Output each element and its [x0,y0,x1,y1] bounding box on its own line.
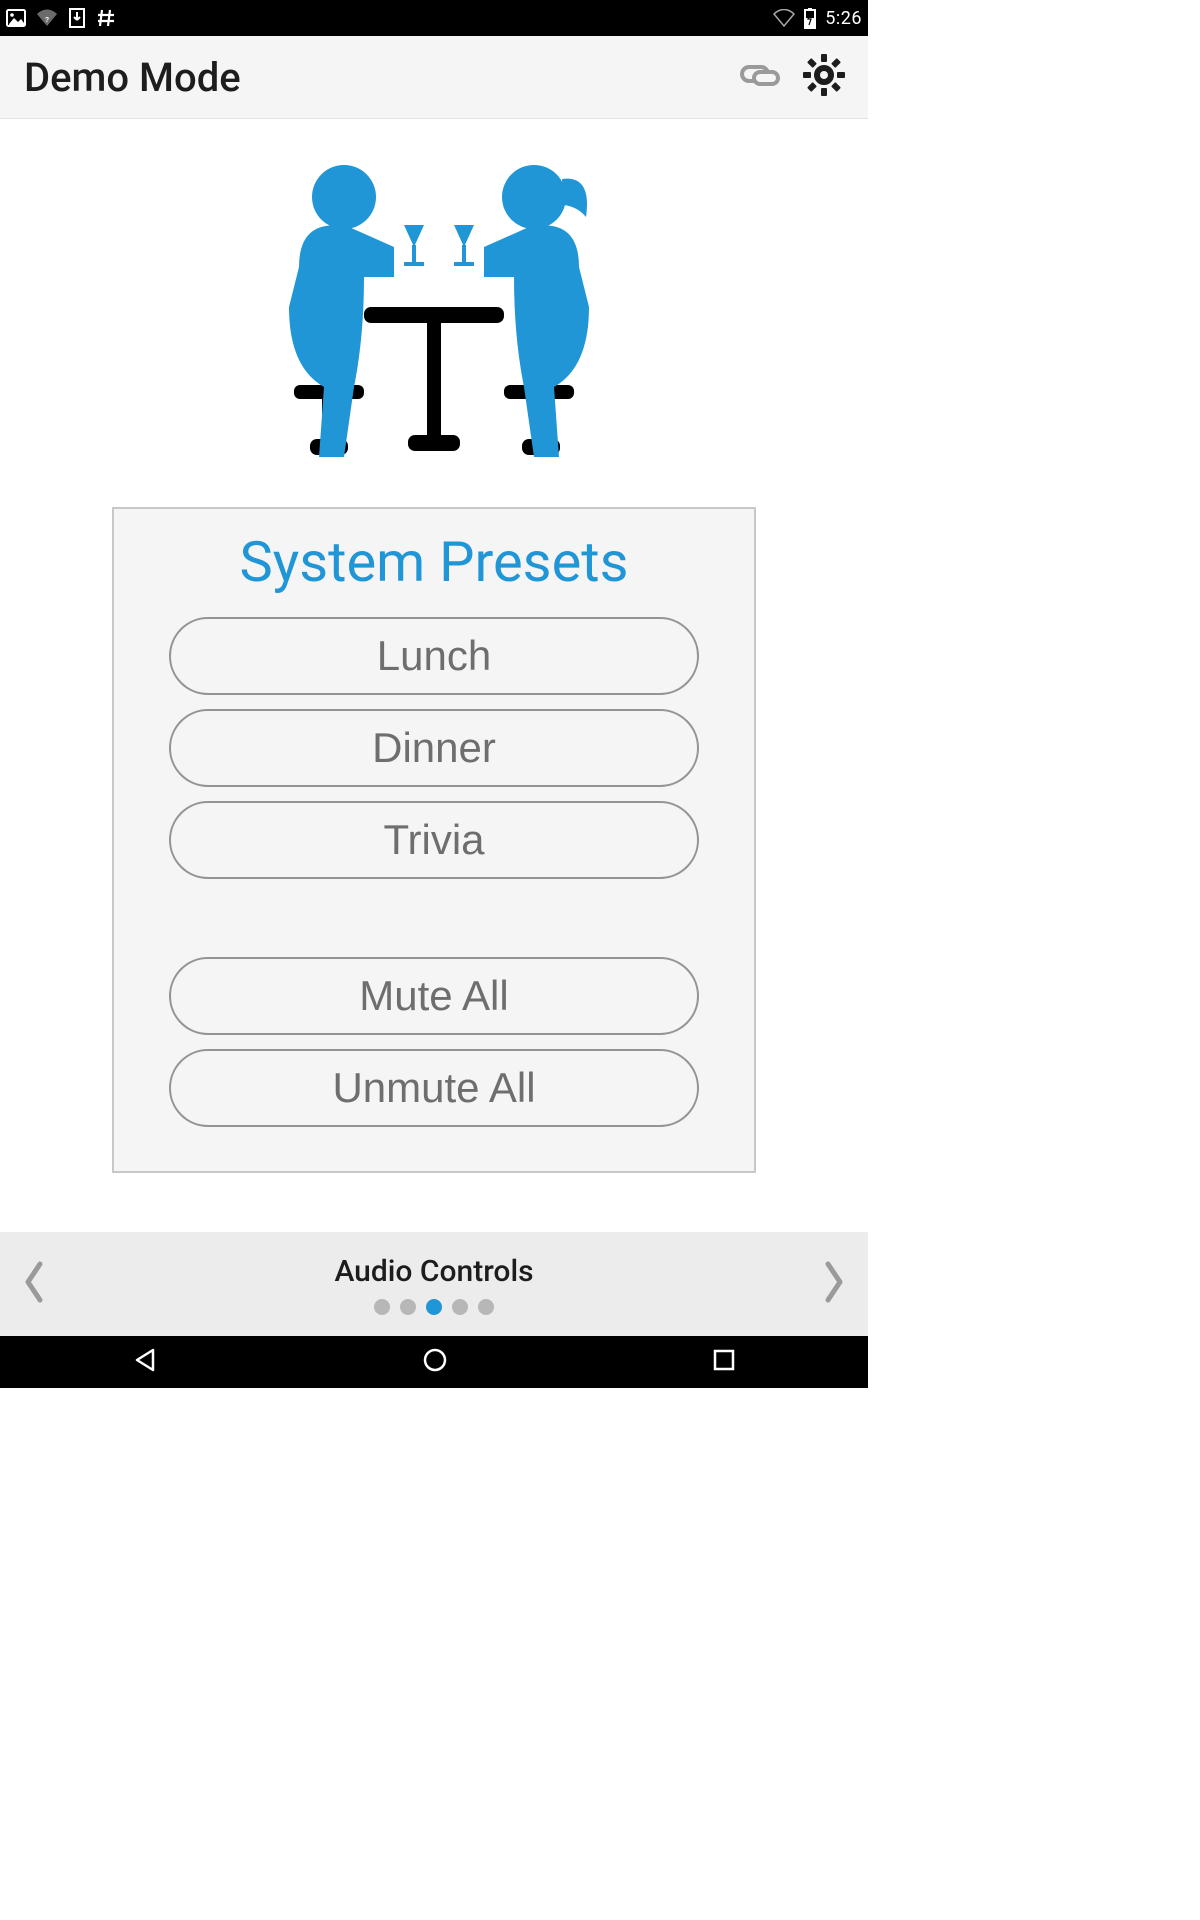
pager-dots [374,1299,494,1315]
system-presets-card: System Presets Lunch Dinner Trivia Mute … [112,507,756,1173]
pager-dot-1[interactable] [400,1299,416,1315]
chevron-right-icon[interactable] [820,1258,848,1310]
recents-icon[interactable] [711,1347,737,1377]
screen: ? 5:26 Demo Mode [0,0,868,1388]
chevron-left-icon[interactable] [20,1258,48,1310]
gear-icon[interactable] [802,53,846,101]
battery-charging-icon [803,7,817,29]
link-icon[interactable] [740,63,780,91]
pager: Audio Controls [0,1232,868,1336]
hash-icon [96,8,116,28]
status-left: ? [6,8,116,28]
preset-dinner-button[interactable]: Dinner [169,709,699,787]
mute-all-button[interactable]: Mute All [169,957,699,1035]
app-bar-actions [740,53,846,101]
download-icon [68,8,86,28]
preset-trivia-button[interactable]: Trivia [169,801,699,879]
preset-lunch-button[interactable]: Lunch [169,617,699,695]
pager-label: Audio Controls [334,1254,533,1289]
page-title: Demo Mode [24,54,241,101]
back-icon[interactable] [131,1346,159,1378]
unmute-all-button[interactable]: Unmute All [169,1049,699,1127]
pager-dot-0[interactable] [374,1299,390,1315]
wifi-icon [773,9,795,27]
pager-dot-4[interactable] [478,1299,494,1315]
content: System Presets Lunch Dinner Trivia Mute … [0,119,868,1232]
status-clock: 5:26 [825,8,862,29]
restaurant-illustration [224,147,644,487]
home-icon[interactable] [421,1346,449,1378]
status-right: 5:26 [773,7,862,29]
pager-center: Audio Controls [334,1254,533,1315]
image-icon [6,9,26,27]
status-bar: ? 5:26 [0,0,868,36]
app-bar: Demo Mode [0,36,868,119]
pager-dot-2[interactable] [426,1299,442,1315]
pager-dot-3[interactable] [452,1299,468,1315]
android-nav-bar [0,1336,868,1388]
card-title: System Presets [164,529,704,595]
svg-text:?: ? [45,17,49,24]
spacer [164,893,704,957]
wifi-question-icon: ? [36,9,58,27]
